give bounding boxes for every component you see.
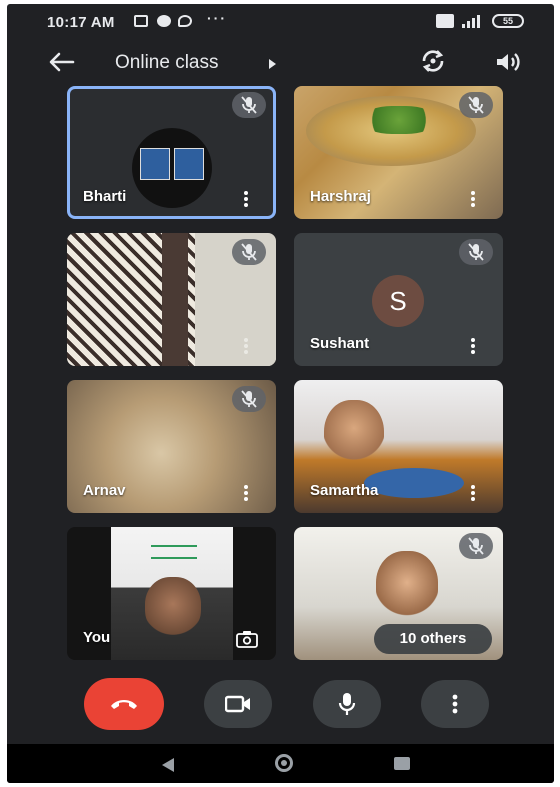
speaker-icon[interactable] [494, 50, 522, 74]
video-feed [324, 400, 384, 470]
more-vert-icon[interactable] [244, 338, 248, 354]
microphone-icon [338, 693, 356, 715]
status-time: 10:17 AM [47, 14, 115, 31]
more-notifications-indicator: ··· [207, 10, 227, 26]
camera-icon [225, 695, 250, 713]
switch-camera-icon[interactable] [236, 630, 258, 648]
participant-tile-harshraj[interactable]: Harshraj [294, 86, 503, 219]
phone-screen: 10:17 AM ··· 55 Online class Bharti Hars… [7, 4, 554, 783]
message-notification-icon [134, 15, 148, 27]
participant-avatar [132, 128, 212, 208]
end-call-button[interactable] [84, 678, 164, 730]
signal-icon [462, 14, 484, 28]
battery-icon: 55 [492, 14, 524, 28]
video-feed-detail [364, 468, 464, 498]
participant-tile-samartha[interactable]: Samartha [294, 380, 503, 513]
self-video-feed [111, 527, 233, 660]
video-feed [376, 551, 438, 621]
participant-name: Harshraj [310, 188, 371, 205]
meeting-header: Online class [7, 42, 554, 86]
microphone-toggle-button[interactable] [313, 680, 381, 728]
more-vert-icon [452, 694, 458, 714]
more-vert-icon[interactable] [471, 191, 475, 207]
more-vert-icon[interactable] [471, 338, 475, 354]
participant-name: Bharti [83, 188, 127, 205]
mic-off-icon [232, 239, 266, 265]
switch-camera-icon[interactable] [420, 48, 446, 74]
participant-name: Sushant [310, 335, 370, 352]
participant-name: You [83, 629, 111, 646]
nav-home-icon[interactable] [275, 754, 293, 772]
meeting-title[interactable]: Online class [115, 52, 219, 74]
video-feed-detail [145, 577, 201, 637]
whiteboard-writing [151, 545, 197, 559]
more-vert-icon[interactable] [244, 485, 248, 501]
app-notification-icon [157, 15, 171, 27]
overflow-participants-tile[interactable]: 10 others [294, 527, 503, 660]
call-controls [7, 678, 554, 740]
participant-tile[interactable] [67, 233, 276, 366]
mic-off-icon [459, 533, 493, 559]
participant-tile-bharti[interactable]: Bharti [67, 86, 276, 219]
caret-right-icon[interactable] [269, 59, 276, 69]
status-right-group: 55 [436, 14, 524, 28]
video-feed-detail [364, 106, 434, 134]
mic-off-icon [232, 92, 266, 118]
more-vert-icon[interactable] [471, 485, 475, 501]
nav-recents-icon[interactable] [394, 757, 410, 770]
participant-tile-arnav[interactable]: Arnav [67, 380, 276, 513]
chat-notification-icon [178, 15, 192, 27]
more-vert-icon[interactable] [244, 191, 248, 207]
status-bar: 10:17 AM ··· 55 [7, 4, 554, 40]
more-options-button[interactable] [421, 680, 489, 728]
mic-off-icon [459, 92, 493, 118]
video-feed [162, 233, 188, 366]
mic-off-icon [459, 239, 493, 265]
camera-toggle-button[interactable] [204, 680, 272, 728]
sim-icon [436, 14, 454, 28]
arrow-left-icon[interactable] [47, 50, 75, 74]
others-count-badge[interactable]: 10 others [374, 624, 492, 654]
participant-tile-sushant[interactable]: S Sushant [294, 233, 503, 366]
nav-back-icon[interactable] [162, 758, 174, 772]
participant-name: Samartha [310, 482, 379, 499]
avatar-initial: S [372, 275, 424, 327]
participant-name: Arnav [83, 482, 126, 499]
system-navigation-bar [7, 744, 554, 783]
participant-avatar: S [357, 275, 439, 327]
self-view-tile[interactable]: You [67, 527, 276, 660]
mic-off-icon [232, 386, 266, 412]
end-call-icon [111, 700, 137, 709]
